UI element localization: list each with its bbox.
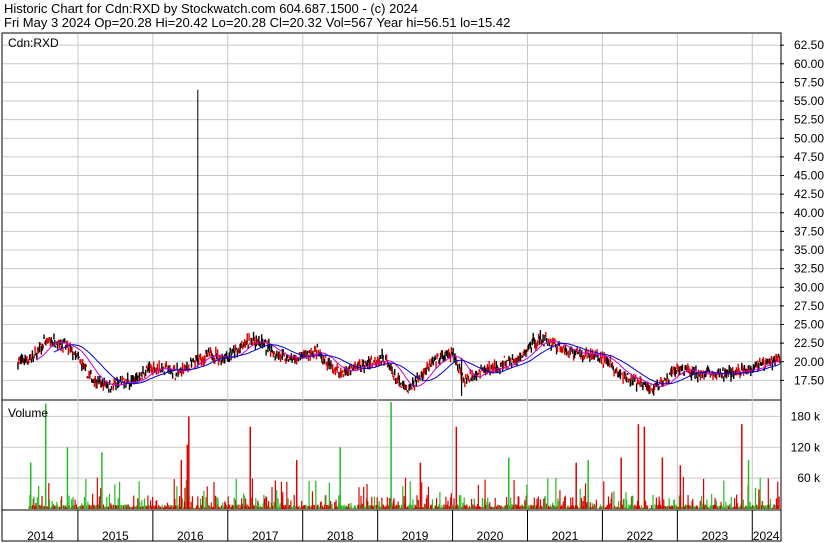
- price-tick-label: 52.50: [794, 113, 824, 127]
- volume-panel-label: Volume: [8, 406, 48, 420]
- year-label: 2016: [177, 529, 204, 543]
- price-tick-label: 55.00: [794, 94, 824, 108]
- price-tick-label: 30.00: [794, 280, 824, 294]
- year-label: 2015: [102, 529, 129, 543]
- price-tick-label: 47.50: [794, 150, 824, 164]
- year-label: 2014: [27, 529, 54, 543]
- price-tick-label: 27.50: [794, 299, 824, 313]
- price-tick-label: 25.00: [794, 318, 824, 332]
- year-label: 2018: [327, 529, 354, 543]
- price-panel-label: Cdn:RXD: [8, 36, 59, 50]
- historic-chart: 62.50 60.00 57.50 55.00 52.50 50.00 47.50 45.00…: [1, 32, 824, 543]
- year-label: 2024: [753, 529, 780, 543]
- year-label: 2021: [552, 529, 579, 543]
- price-tick-label: 42.50: [794, 187, 824, 201]
- year-label: 2020: [477, 529, 504, 543]
- volume-tick-label: 60 k: [797, 471, 821, 485]
- price-tick-label: 22.50: [794, 336, 824, 350]
- year-label: 2022: [627, 529, 654, 543]
- price-tick-label: 17.50: [794, 373, 824, 387]
- price-tick-label: 35.00: [794, 243, 824, 257]
- year-label: 2019: [402, 529, 429, 543]
- volume-tick-label: 120 k: [791, 440, 821, 454]
- year-label: 2017: [252, 529, 279, 543]
- price-tick-label: 60.00: [794, 57, 824, 71]
- volume-tick-label: 180 k: [791, 409, 821, 423]
- price-tick-label: 50.00: [794, 131, 824, 145]
- price-tick-label: 62.50: [794, 38, 824, 52]
- price-tick-label: 57.50: [794, 75, 824, 89]
- price-tick-label: 45.00: [794, 169, 824, 183]
- price-tick-label: 32.50: [794, 262, 824, 276]
- price-tick-label: 20.00: [794, 355, 824, 369]
- year-label: 2023: [701, 529, 728, 543]
- price-tick-label: 37.50: [794, 224, 824, 238]
- price-tick-label: 40.00: [794, 206, 824, 220]
- price-panel: [1, 32, 782, 401]
